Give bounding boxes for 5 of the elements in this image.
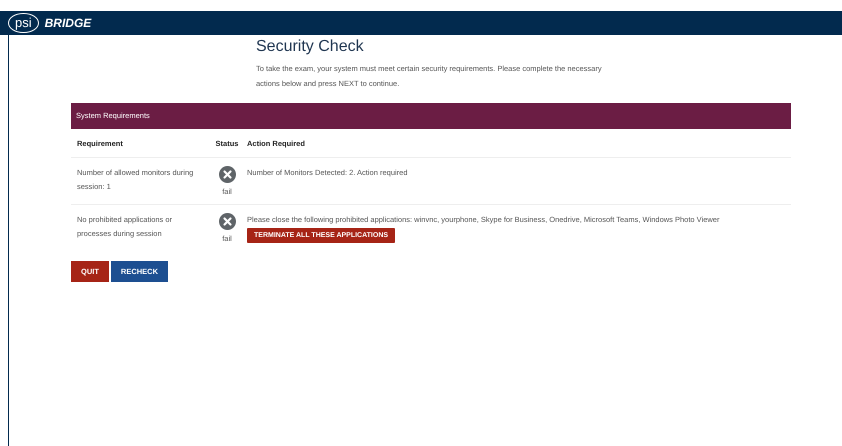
page-title: Security Check bbox=[256, 38, 365, 56]
fail-icon bbox=[218, 213, 236, 230]
brand-name: BRIDGE bbox=[44, 16, 92, 30]
logo-text: psi bbox=[8, 13, 39, 33]
fail-icon bbox=[218, 166, 236, 183]
